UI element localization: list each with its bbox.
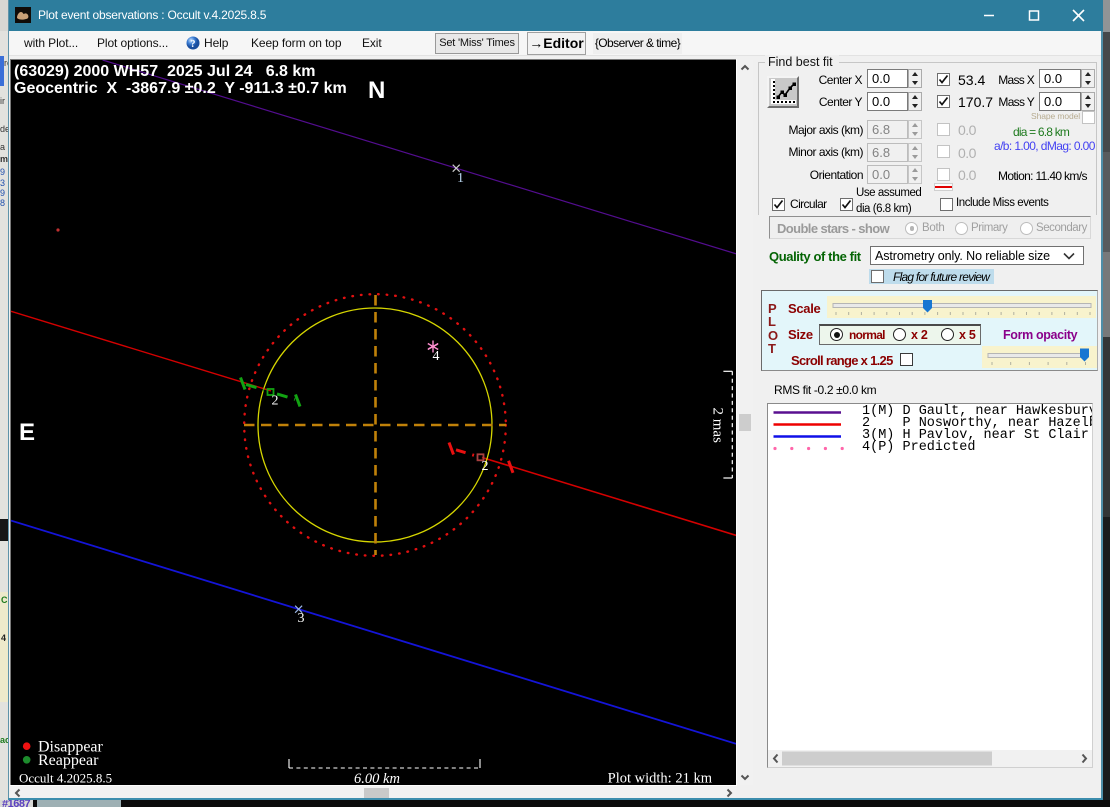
svg-text:Plot width: 21 km: Plot width: 21 km — [608, 771, 713, 786]
svg-text:1: 1 — [457, 171, 464, 186]
svg-text:3: 3 — [298, 611, 305, 626]
svg-text:N: N — [368, 77, 385, 104]
svg-text:Reappear: Reappear — [38, 752, 99, 769]
svg-text:E: E — [19, 419, 35, 446]
svg-text:4: 4 — [433, 349, 440, 364]
svg-text:2: 2 — [272, 394, 279, 409]
svg-text:2 mas: 2 mas — [710, 408, 726, 444]
svg-text:2: 2 — [482, 459, 489, 474]
svg-text:6.00 km: 6.00 km — [354, 771, 400, 785]
svg-text:Occult 4.2025.8.5: Occult 4.2025.8.5 — [19, 771, 112, 786]
svg-text:?: ? — [191, 39, 196, 50]
svg-text:(63029) 2000 WH57 2025 Jul 24: (63029) 2000 WH57 2025 Jul 24 6.8 km — [14, 63, 316, 80]
svg-text:Geocentric X -3867.9 ±0.2 Y: Geocentric X -3867.9 ±0.2 Y -911.3 ±0.7 … — [14, 80, 347, 97]
